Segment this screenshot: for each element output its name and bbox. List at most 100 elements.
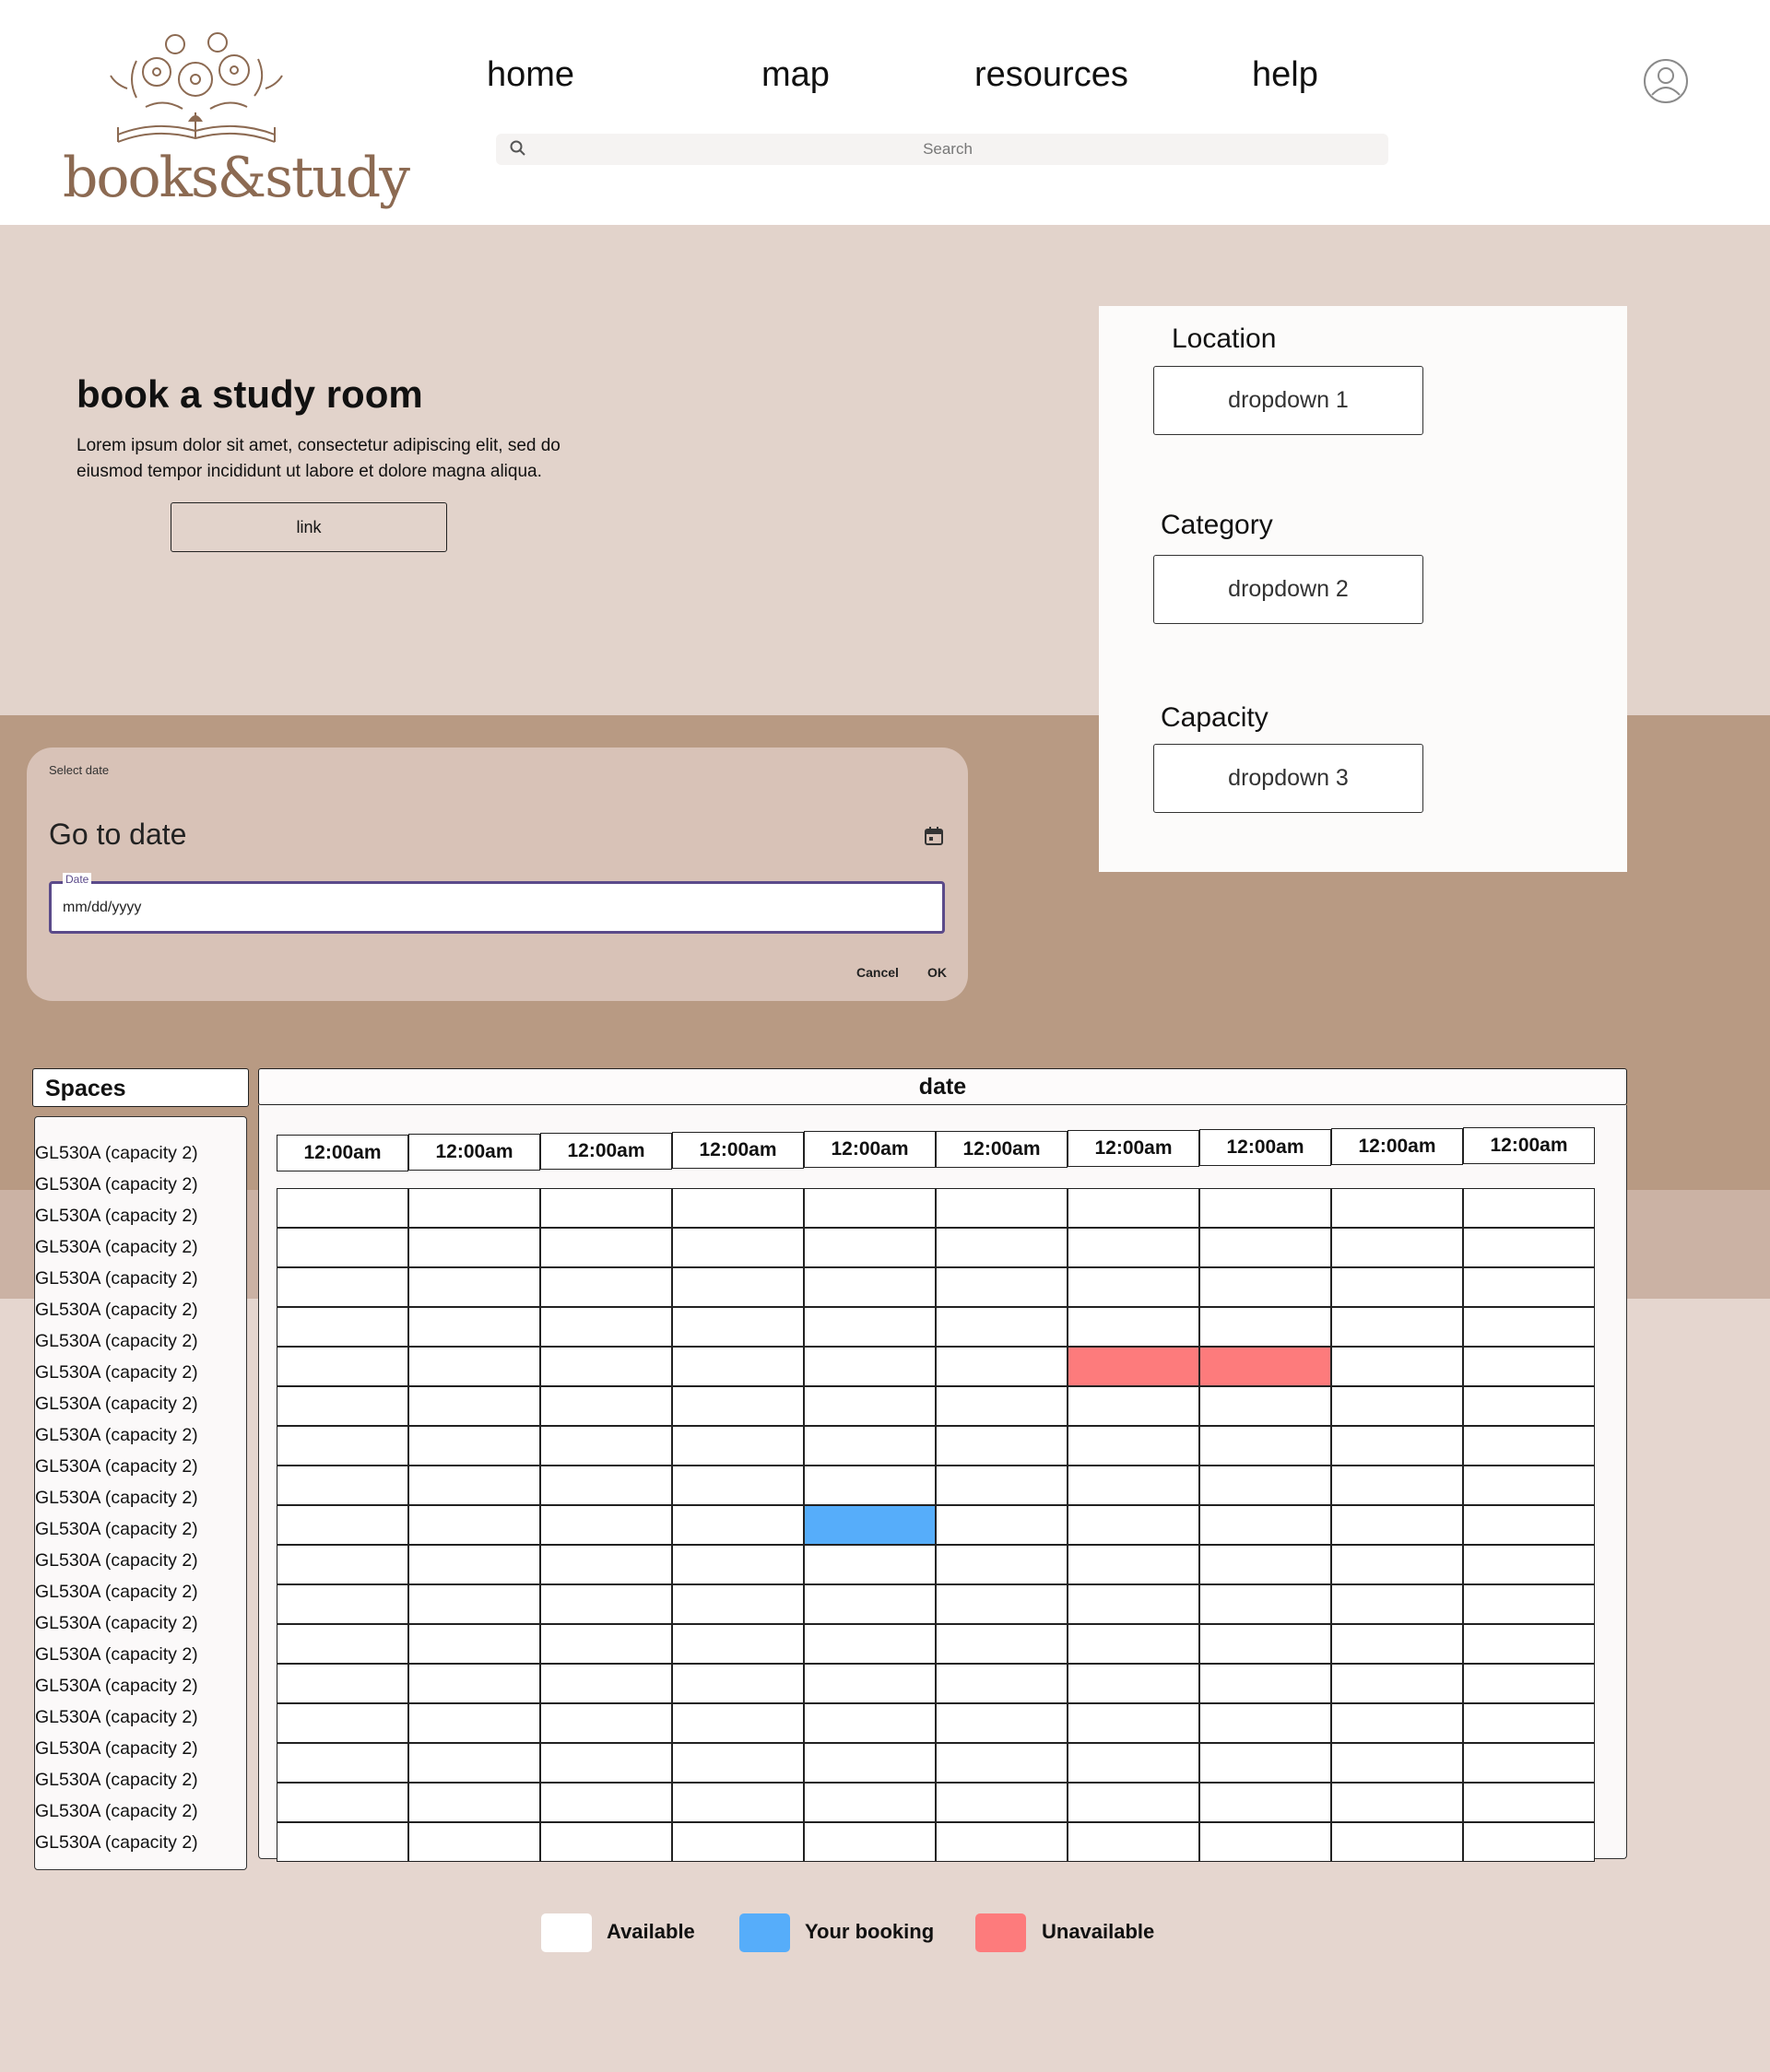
space-list-item[interactable]: GL530A (capacity 2) [35,1676,198,1697]
slot-cell-available[interactable] [408,1822,540,1862]
slot-cell-available[interactable] [540,1505,672,1545]
nav-home[interactable]: home [487,55,574,95]
slot-cell-available[interactable] [936,1664,1068,1703]
slot-cell-available[interactable] [1331,1267,1463,1307]
slot-cell-available[interactable] [672,1664,804,1703]
slot-cell-available[interactable] [277,1267,408,1307]
slot-cell-available[interactable] [1068,1624,1199,1664]
slot-cell-available[interactable] [277,1783,408,1822]
slot-cell-available[interactable] [277,1426,408,1466]
slot-cell-available[interactable] [672,1545,804,1584]
slot-cell-available[interactable] [672,1307,804,1347]
slot-cell-available[interactable] [1199,1743,1331,1783]
slot-cell-available[interactable] [936,1267,1068,1307]
slot-cell-available[interactable] [804,1307,936,1347]
slot-cell-available[interactable] [804,1466,936,1505]
slot-cell-available[interactable] [1199,1466,1331,1505]
date-input[interactable] [63,884,929,931]
slot-cell-available[interactable] [1331,1822,1463,1862]
slot-cell-available[interactable] [1199,1703,1331,1743]
slot-cell-available[interactable] [540,1822,672,1862]
space-list-item[interactable]: GL530A (capacity 2) [35,1644,198,1666]
cancel-button[interactable]: Cancel [856,965,899,980]
slot-cell-available[interactable] [277,1624,408,1664]
slot-cell-available[interactable] [1463,1267,1595,1307]
slot-cell-available[interactable] [540,1188,672,1228]
space-list-item[interactable]: GL530A (capacity 2) [35,1707,198,1728]
slot-cell-available[interactable] [936,1386,1068,1426]
slot-cell-available[interactable] [277,1188,408,1228]
slot-cell-available[interactable] [1199,1426,1331,1466]
slot-cell-available[interactable] [1199,1624,1331,1664]
slot-cell-available[interactable] [408,1624,540,1664]
slot-cell-available[interactable] [1463,1466,1595,1505]
slot-cell-available[interactable] [1463,1743,1595,1783]
slot-cell-available[interactable] [277,1386,408,1426]
slot-cell-available[interactable] [804,1347,936,1386]
slot-cell-available[interactable] [1463,1188,1595,1228]
slot-cell-available[interactable] [804,1386,936,1426]
slot-cell-available[interactable] [1463,1664,1595,1703]
slot-cell-available[interactable] [1463,1505,1595,1545]
space-list-item[interactable]: GL530A (capacity 2) [35,1550,198,1572]
slot-cell-available[interactable] [540,1783,672,1822]
slot-cell-available[interactable] [672,1822,804,1862]
slot-cell-available[interactable] [408,1307,540,1347]
slot-cell-available[interactable] [1331,1466,1463,1505]
slot-cell-available[interactable] [1199,1267,1331,1307]
space-list-item[interactable]: GL530A (capacity 2) [35,1362,198,1383]
space-list-item[interactable]: GL530A (capacity 2) [35,1770,198,1791]
slot-cell-available[interactable] [1463,1545,1595,1584]
slot-cell-available[interactable] [672,1228,804,1267]
slot-cell-available[interactable] [540,1347,672,1386]
slot-cell-available[interactable] [1068,1783,1199,1822]
slot-cell-available[interactable] [1331,1228,1463,1267]
slot-cell-available[interactable] [936,1228,1068,1267]
slot-cell-available[interactable] [1463,1584,1595,1624]
slot-cell-available[interactable] [540,1664,672,1703]
slot-cell-available[interactable] [1199,1664,1331,1703]
slot-cell-available[interactable] [1331,1624,1463,1664]
slot-cell-available[interactable] [804,1664,936,1703]
space-list-item[interactable]: GL530A (capacity 2) [35,1300,198,1321]
slot-cell-available[interactable] [1331,1505,1463,1545]
slot-cell-available[interactable] [672,1624,804,1664]
slot-cell-available[interactable] [936,1584,1068,1624]
slot-cell-available[interactable] [1463,1307,1595,1347]
slot-cell-available[interactable] [936,1822,1068,1862]
slot-cell-available[interactable] [936,1347,1068,1386]
slot-cell-available[interactable] [1068,1703,1199,1743]
slot-cell-available[interactable] [1463,1228,1595,1267]
slot-cell-available[interactable] [804,1584,936,1624]
slot-cell-available[interactable] [936,1426,1068,1466]
space-list-item[interactable]: GL530A (capacity 2) [35,1613,198,1634]
slot-cell-available[interactable] [804,1267,936,1307]
slot-cell-available[interactable] [540,1267,672,1307]
slot-cell-available[interactable] [1199,1386,1331,1426]
space-list-item[interactable]: GL530A (capacity 2) [35,1738,198,1760]
slot-cell-available[interactable] [277,1822,408,1862]
slot-cell-available[interactable] [1331,1783,1463,1822]
slot-cell-available[interactable] [540,1386,672,1426]
slot-cell-available[interactable] [408,1664,540,1703]
space-list-item[interactable]: GL530A (capacity 2) [35,1143,198,1164]
slot-cell-available[interactable] [277,1466,408,1505]
slot-cell-available[interactable] [1068,1188,1199,1228]
slot-cell-available[interactable] [1068,1584,1199,1624]
slot-cell-available[interactable] [1331,1307,1463,1347]
slot-cell-available[interactable] [804,1545,936,1584]
hero-link-button[interactable]: link [171,502,447,552]
slot-cell-available[interactable] [1331,1188,1463,1228]
slot-cell-available[interactable] [1331,1386,1463,1426]
slot-cell-available[interactable] [1331,1347,1463,1386]
slot-cell-available[interactable] [408,1426,540,1466]
slot-cell-available[interactable] [672,1783,804,1822]
space-list-item[interactable]: GL530A (capacity 2) [35,1206,198,1227]
slot-cell-available[interactable] [408,1347,540,1386]
slot-cell-available[interactable] [277,1505,408,1545]
slot-cell-available[interactable] [672,1426,804,1466]
slot-cell-available[interactable] [1199,1505,1331,1545]
space-list-item[interactable]: GL530A (capacity 2) [35,1519,198,1540]
slot-cell-available[interactable] [540,1545,672,1584]
slot-cell-available[interactable] [408,1228,540,1267]
